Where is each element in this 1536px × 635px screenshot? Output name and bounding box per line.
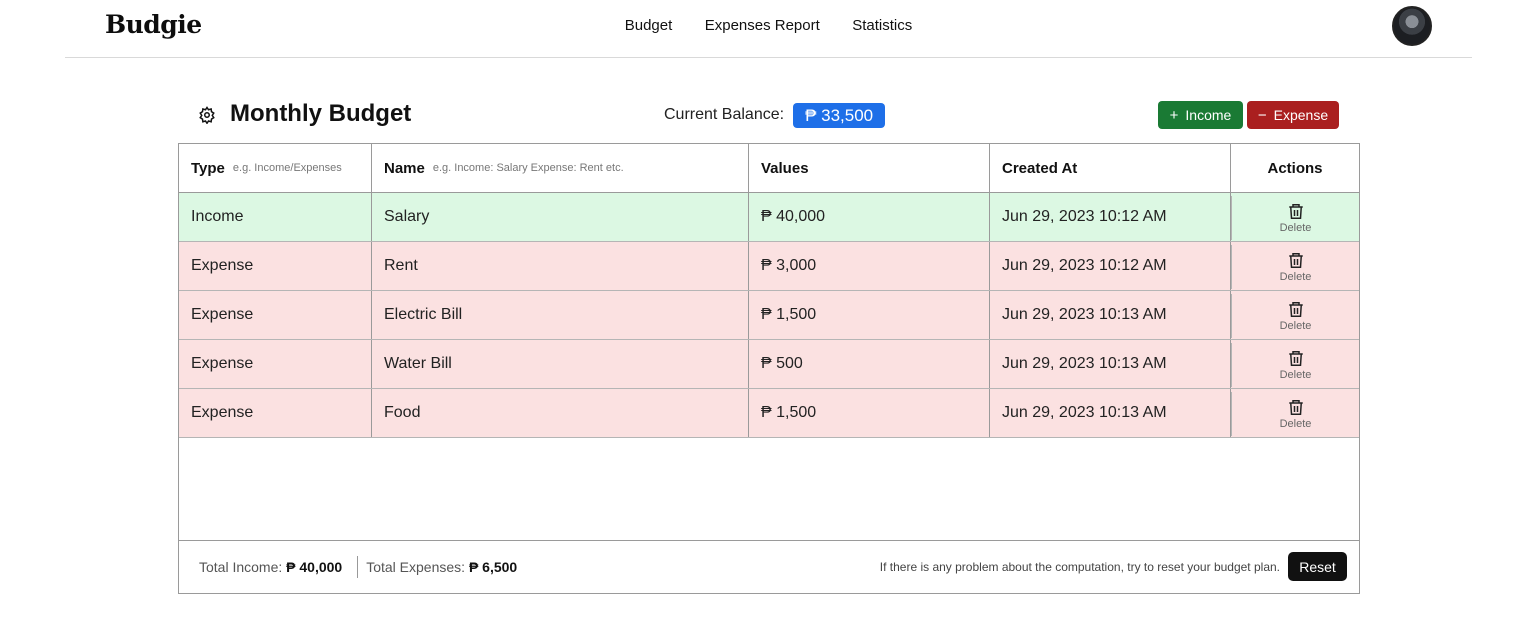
column-created-at: Created At (990, 144, 1231, 192)
cell-name: Electric Bill (372, 291, 749, 339)
trash-icon (1288, 253, 1303, 268)
table-footer: Total Income: ₱ 40,000 Total Expenses: ₱… (179, 540, 1359, 593)
cell-type: Income (179, 193, 372, 241)
trash-icon (1288, 204, 1303, 219)
page-title: Monthly Budget (230, 100, 412, 127)
current-balance: Current Balance: ₱ 33,500 (664, 102, 886, 128)
plus-icon: + (1169, 106, 1179, 124)
delete-label: Delete (1279, 271, 1312, 283)
delete-button[interactable]: Delete (1231, 196, 1359, 240)
cell-type: Expense (179, 242, 372, 290)
total-income: Total Income: ₱ 40,000 (179, 559, 342, 575)
cell-type: Expense (179, 340, 372, 388)
nav-expenses-report[interactable]: Expenses Report (705, 17, 820, 34)
balance-badge: ₱ 33,500 (793, 102, 886, 128)
delete-label: Delete (1279, 222, 1312, 234)
expense-button-label: Expense (1273, 107, 1329, 123)
trash-icon (1288, 302, 1303, 317)
table-row: Expense Food ₱ 1,500 Jun 29, 2023 10:13 … (179, 389, 1359, 438)
budget-header: Monthly Budget Current Balance: ₱ 33,500… (178, 98, 1360, 134)
total-expenses: Total Expenses: ₱ 6,500 (366, 559, 517, 575)
reset-note: If there is any problem about the comput… (879, 560, 1280, 574)
cell-created-at: Jun 29, 2023 10:13 AM (990, 389, 1231, 437)
column-actions: Actions (1231, 144, 1359, 192)
cell-value: ₱ 40,000 (749, 193, 990, 241)
cell-type: Expense (179, 291, 372, 339)
delete-label: Delete (1279, 418, 1312, 430)
cell-name: Salary (372, 193, 749, 241)
nav-budget[interactable]: Budget (625, 17, 673, 34)
cell-created-at: Jun 29, 2023 10:12 AM (990, 193, 1231, 241)
table-row: Income Salary ₱ 40,000 Jun 29, 2023 10:1… (179, 193, 1359, 242)
cell-value: ₱ 500 (749, 340, 990, 388)
budget-table: Type e.g. Income/Expenses Name e.g. Inco… (178, 143, 1360, 594)
table-row: Expense Electric Bill ₱ 1,500 Jun 29, 20… (179, 291, 1359, 340)
delete-label: Delete (1279, 320, 1312, 332)
column-created-at-label: Created At (1002, 159, 1078, 177)
column-type-label: Type (191, 159, 225, 177)
cell-name: Water Bill (372, 340, 749, 388)
column-type: Type e.g. Income/Expenses (179, 144, 372, 192)
table-row: Expense Water Bill ₱ 500 Jun 29, 2023 10… (179, 340, 1359, 389)
cell-name: Food (372, 389, 749, 437)
trash-icon (1288, 351, 1303, 366)
column-name-hint: e.g. Income: Salary Expense: Rent etc. (432, 162, 624, 174)
delete-label: Delete (1279, 369, 1312, 381)
delete-button[interactable]: Delete (1231, 245, 1359, 289)
total-expenses-value: ₱ 6,500 (468, 559, 518, 575)
add-income-button[interactable]: + Income (1158, 101, 1243, 129)
delete-button[interactable]: Delete (1231, 294, 1359, 338)
column-type-hint: e.g. Income/Expenses (232, 162, 342, 174)
nav-links: Budget Expenses Report Statistics (65, 17, 1472, 35)
cell-created-at: Jun 29, 2023 10:13 AM (990, 291, 1231, 339)
gear-icon[interactable] (198, 106, 216, 124)
column-values: Values (749, 144, 990, 192)
cell-created-at: Jun 29, 2023 10:13 AM (990, 340, 1231, 388)
footer-divider (357, 556, 359, 578)
column-name-label: Name (384, 159, 425, 177)
minus-icon: − (1257, 106, 1267, 124)
table-header: Type e.g. Income/Expenses Name e.g. Inco… (179, 144, 1359, 193)
total-income-value: ₱ 40,000 (286, 559, 343, 575)
income-button-label: Income (1185, 107, 1232, 123)
cell-value: ₱ 1,500 (749, 291, 990, 339)
nav-statistics[interactable]: Statistics (852, 17, 912, 34)
column-name: Name e.g. Income: Salary Expense: Rent e… (372, 144, 749, 192)
total-income-label: Total Income: (199, 559, 283, 575)
column-actions-label: Actions (1267, 159, 1323, 177)
cell-value: ₱ 1,500 (749, 389, 990, 437)
trash-icon (1288, 400, 1303, 415)
reset-button[interactable]: Reset (1288, 552, 1347, 581)
delete-button[interactable]: Delete (1231, 392, 1359, 436)
cell-type: Expense (179, 389, 372, 437)
total-expenses-label: Total Expenses: (366, 559, 466, 575)
balance-label: Current Balance: (664, 106, 785, 123)
cell-value: ₱ 3,000 (749, 242, 990, 290)
user-avatar[interactable] (1392, 6, 1432, 46)
delete-button[interactable]: Delete (1231, 343, 1359, 387)
add-expense-button[interactable]: − Expense (1247, 101, 1339, 129)
column-values-label: Values (761, 159, 809, 177)
top-navbar: Budgie Budget Expenses Report Statistics (65, 0, 1472, 58)
cell-created-at: Jun 29, 2023 10:12 AM (990, 242, 1231, 290)
table-row: Expense Rent ₱ 3,000 Jun 29, 2023 10:12 … (179, 242, 1359, 291)
cell-name: Rent (372, 242, 749, 290)
